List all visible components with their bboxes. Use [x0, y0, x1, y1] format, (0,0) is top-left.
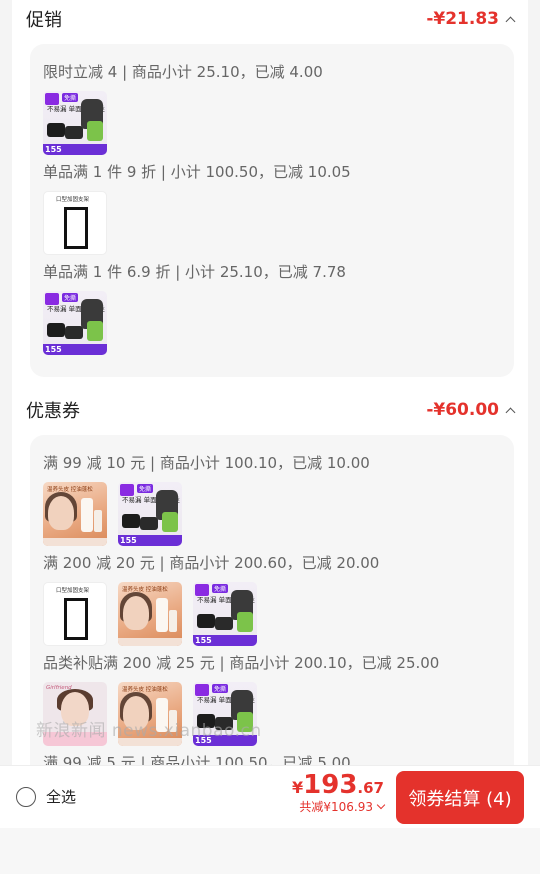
trash-bag-product-thumbnail[interactable]: 免撕 不易漏 单面厚1.3丝 155: [118, 482, 182, 546]
brand-logo-icon: [195, 684, 209, 696]
brand-logo-icon: [45, 293, 59, 305]
coupon-section-total: -¥60.00: [426, 400, 516, 420]
frame-product-thumbnail[interactable]: 口型加固支架: [43, 191, 107, 255]
coupon-rule-1: 满 99 减 10 元 | 商品小计 100.10，已减 10.00: [43, 454, 370, 472]
promo-rule-3: 单品满 1 件 6.9 折 | 小计 25.10，已减 7.78: [43, 263, 346, 281]
package-shape: [162, 512, 178, 532]
product-number: 155: [120, 536, 137, 545]
product-tag: 免撕: [137, 484, 154, 493]
shampoo-product-thumbnail[interactable]: 温养头皮 控油蓬松: [118, 582, 182, 646]
bag-roll-shape: [65, 126, 83, 139]
frame-shape: [64, 207, 88, 249]
product-caption: 温养头皮 控油蓬松: [122, 587, 168, 593]
trash-bag-product-thumbnail[interactable]: 免撕 不易漏 单面厚1.3丝 155: [193, 582, 257, 646]
select-all-toggle[interactable]: 全选: [16, 786, 76, 807]
promo-section-title: 促销: [26, 10, 62, 31]
select-all-label: 全选: [46, 788, 77, 806]
bottle-shape: [169, 610, 177, 632]
product-caption: 温养头皮 控油蓬松: [122, 687, 168, 693]
brand-logo-icon: [45, 93, 59, 105]
package-shape: [87, 121, 103, 141]
bag-roll-shape: [140, 517, 158, 530]
bag-roll-shape: [47, 123, 65, 137]
bottle-shape: [81, 498, 93, 532]
chevron-up-icon[interactable]: [505, 407, 516, 417]
coupon-rule-2: 满 200 减 20 元 | 商品小计 200.60，已减 20.00: [43, 554, 380, 572]
price-integer: 193: [303, 770, 358, 800]
bag-roll-shape: [47, 323, 65, 337]
bottle-shape: [94, 510, 102, 532]
checkout-button[interactable]: 领券结算 (4): [396, 771, 524, 824]
price-decimal: .67: [357, 779, 384, 797]
bag-roll-shape: [122, 514, 140, 528]
bottom-safe-area: [0, 828, 540, 874]
promo-rule-3-products: 免撕 不易漏 单面厚1.3丝 155: [43, 291, 107, 355]
product-tag: 免撕: [62, 93, 79, 102]
product-tag: 免撕: [212, 584, 229, 593]
chevron-up-icon[interactable]: [505, 16, 516, 26]
coupon-section-header[interactable]: 优惠券 -¥60.00: [26, 395, 516, 425]
product-tag: 免撕: [212, 684, 229, 693]
watermark-text: 新浪新闻 news.xianbao.cn: [36, 721, 262, 741]
product-number: 155: [195, 636, 212, 645]
brand-logo-icon: [195, 584, 209, 596]
checkout-bar: 全选 ¥193.67 共减¥106.93 领券结算 (4): [0, 765, 540, 828]
total-price: ¥193.67: [292, 770, 384, 800]
product-number: 155: [45, 345, 62, 354]
product-tag: 免撕: [62, 293, 79, 302]
face-shape: [123, 596, 149, 630]
saving-amount: 共减¥106.93: [299, 800, 373, 814]
frame-shape: [64, 598, 88, 640]
trash-bag-product-thumbnail[interactable]: 免撕 不易漏 单面厚1.3丝 155: [43, 291, 107, 355]
product-caption: 口型加固支架: [56, 197, 90, 203]
discount-detail-sheet: 促销 -¥21.83 限时立减 4 | 商品小计 25.10，已减 4.00 免…: [12, 0, 528, 765]
radio-circle-icon[interactable]: [16, 786, 36, 807]
promo-rule-1-products: 免撕 不易漏 单面厚1.3丝 155: [43, 91, 107, 155]
product-caption: 温养头皮 控油蓬松: [47, 487, 93, 493]
product-caption: 口型加固支架: [56, 588, 90, 594]
promo-rule-2: 单品满 1 件 9 折 | 小计 100.50，已减 10.05: [43, 163, 351, 181]
coupon-rule-1-products: 温养头皮 控油蓬松 免撕 不易漏 单面厚1.3丝 155: [43, 482, 182, 546]
product-footer: [118, 638, 182, 646]
product-number: 155: [45, 145, 62, 154]
product-footer: [43, 538, 107, 546]
coupon-rule-4: 满 99 减 5 元 | 商品小计 100.50，已减 5.00: [43, 754, 351, 765]
frame-product-thumbnail[interactable]: 口型加固支架: [43, 582, 107, 646]
coupon-total-value: -¥60.00: [426, 400, 499, 420]
promo-rule-2-products: 口型加固支架: [43, 191, 107, 255]
promo-rule-1: 限时立减 4 | 商品小计 25.10，已减 4.00: [43, 63, 323, 81]
saving-detail-toggle[interactable]: 共减¥106.93: [292, 798, 386, 815]
coupon-rule-3: 品类补贴满 200 减 25 元 | 商品小计 200.10，已减 25.00: [43, 654, 440, 672]
package-shape: [237, 612, 253, 632]
promo-section-header[interactable]: 促销 -¥21.83: [26, 4, 516, 34]
chevron-down-icon: [376, 800, 386, 810]
bag-roll-shape: [65, 326, 83, 339]
currency-symbol: ¥: [292, 778, 304, 797]
package-shape: [87, 321, 103, 341]
brand-logo-icon: [120, 484, 134, 496]
promo-total-value: -¥21.83: [426, 9, 499, 29]
coupon-section-title: 优惠券: [26, 401, 80, 422]
face-shape: [48, 496, 74, 530]
bottle-shape: [156, 598, 168, 632]
bag-roll-shape: [215, 617, 233, 630]
trash-bag-product-thumbnail[interactable]: 免撕 不易漏 单面厚1.3丝 155: [43, 91, 107, 155]
shampoo-product-thumbnail[interactable]: 温养头皮 控油蓬松: [43, 482, 107, 546]
promo-section-total: -¥21.83: [426, 9, 516, 29]
price-summary: ¥193.67 共减¥106.93: [292, 770, 386, 815]
coupon-rule-2-products: 口型加固支架 温养头皮 控油蓬松 免撕 不易漏 单面厚1.3丝 155: [43, 582, 257, 646]
promo-card: 限时立减 4 | 商品小计 25.10，已减 4.00 免撕 不易漏 单面厚1.…: [30, 44, 514, 377]
bag-roll-shape: [197, 614, 215, 628]
